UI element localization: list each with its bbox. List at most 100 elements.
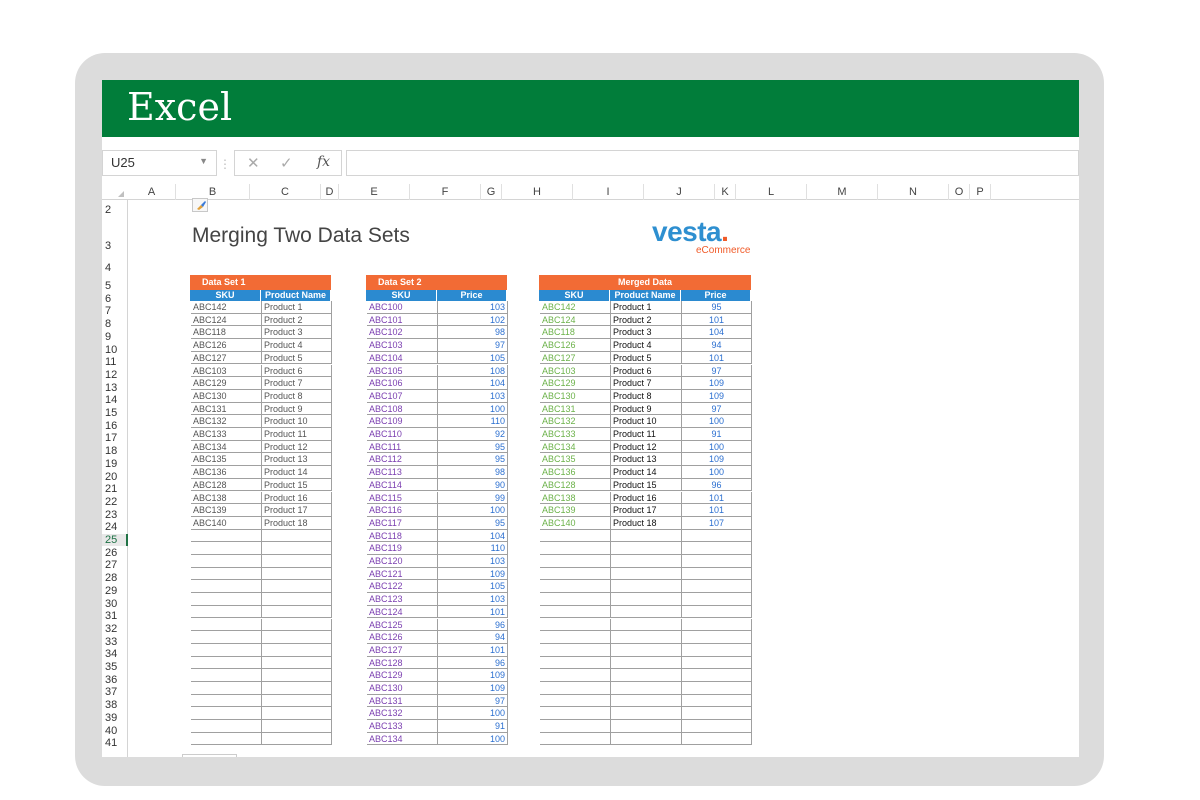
table-cell[interactable] bbox=[262, 707, 332, 721]
table-cell[interactable]: ABC126 bbox=[191, 339, 262, 352]
table-cell[interactable] bbox=[540, 694, 611, 708]
table-cell[interactable] bbox=[611, 707, 682, 721]
table-cell[interactable] bbox=[262, 593, 332, 606]
table-cell[interactable]: ABC127 bbox=[367, 643, 438, 657]
paintbrush-icon[interactable] bbox=[192, 198, 208, 212]
table-cell[interactable] bbox=[682, 732, 752, 746]
table-cell[interactable] bbox=[262, 529, 332, 543]
table-cell[interactable]: Product 12 bbox=[262, 440, 332, 454]
row-header[interactable]: 21 bbox=[102, 483, 128, 495]
table-cell[interactable]: Product 5 bbox=[262, 351, 332, 365]
table-cell[interactable] bbox=[540, 542, 611, 555]
column-header-h[interactable]: H bbox=[502, 184, 573, 200]
row-header[interactable]: 4 bbox=[102, 262, 128, 274]
row-header[interactable]: 27 bbox=[102, 559, 128, 571]
table-cell[interactable]: ABC134 bbox=[191, 440, 262, 454]
table-cell[interactable] bbox=[191, 580, 262, 594]
table-cell[interactable]: Product 6 bbox=[262, 364, 332, 378]
column-header-n[interactable]: N bbox=[878, 184, 949, 200]
table-cell[interactable] bbox=[191, 555, 262, 568]
row-header[interactable]: 22 bbox=[102, 496, 128, 508]
table-cell[interactable] bbox=[611, 580, 682, 594]
table-cell[interactable] bbox=[611, 694, 682, 708]
table-cell[interactable] bbox=[611, 631, 682, 644]
table-cell[interactable] bbox=[191, 593, 262, 606]
row-header[interactable]: 33 bbox=[102, 636, 128, 648]
table-cell[interactable]: Product 7 bbox=[611, 377, 682, 390]
table-cell[interactable]: 104 bbox=[438, 377, 508, 390]
table-cell[interactable]: 97 bbox=[682, 402, 752, 416]
table-cell[interactable] bbox=[682, 720, 752, 733]
row-header[interactable]: 5 bbox=[102, 280, 128, 292]
table-cell[interactable]: 110 bbox=[438, 542, 508, 555]
table-cell[interactable]: ABC133 bbox=[191, 428, 262, 441]
table-cell[interactable]: ABC115 bbox=[367, 491, 438, 505]
row-header[interactable]: 15 bbox=[102, 407, 128, 419]
table-cell[interactable]: Product 17 bbox=[262, 504, 332, 517]
row-header[interactable]: 23 bbox=[102, 509, 128, 521]
column-header-g[interactable]: G bbox=[481, 184, 502, 200]
table-cell[interactable]: ABC103 bbox=[191, 364, 262, 378]
row-header[interactable]: 41 bbox=[102, 737, 128, 749]
table-cell[interactable] bbox=[540, 682, 611, 695]
table-cell[interactable]: Product 17 bbox=[611, 504, 682, 517]
sheet-tab[interactable] bbox=[182, 754, 237, 757]
table-cell[interactable]: Product 9 bbox=[611, 402, 682, 416]
table-cell[interactable]: ABC103 bbox=[367, 339, 438, 352]
table-cell[interactable] bbox=[682, 669, 752, 682]
row-header[interactable]: 20 bbox=[102, 471, 128, 483]
row-header[interactable]: 13 bbox=[102, 382, 128, 394]
row-header[interactable]: 34 bbox=[102, 648, 128, 660]
table-cell[interactable]: ABC118 bbox=[540, 326, 611, 340]
table-cell[interactable] bbox=[191, 542, 262, 555]
row-header[interactable]: 19 bbox=[102, 458, 128, 470]
row-header[interactable]: 18 bbox=[102, 445, 128, 457]
table-cell[interactable]: ABC125 bbox=[367, 618, 438, 632]
table-cell[interactable]: Product 13 bbox=[611, 453, 682, 467]
table-cell[interactable] bbox=[191, 669, 262, 682]
table-cell[interactable]: 101 bbox=[438, 605, 508, 619]
table-cell[interactable]: ABC134 bbox=[367, 732, 438, 746]
table-cell[interactable]: 100 bbox=[682, 415, 752, 428]
table-cell[interactable]: Product 10 bbox=[611, 415, 682, 428]
table-cell[interactable] bbox=[262, 555, 332, 568]
column-header-d[interactable]: D bbox=[321, 184, 339, 200]
table-cell[interactable]: ABC142 bbox=[191, 301, 262, 314]
name-box[interactable]: U25 ▼ bbox=[102, 150, 217, 176]
table-cell[interactable]: Product 4 bbox=[611, 339, 682, 352]
row-header[interactable]: 39 bbox=[102, 712, 128, 724]
table-cell[interactable]: 107 bbox=[682, 516, 752, 530]
row-header[interactable]: 2 bbox=[102, 204, 128, 216]
table-cell[interactable]: 96 bbox=[438, 656, 508, 670]
row-header[interactable]: 14 bbox=[102, 394, 128, 406]
table-cell[interactable]: 103 bbox=[438, 301, 508, 314]
table-cell[interactable]: ABC131 bbox=[191, 402, 262, 416]
row-header[interactable]: 35 bbox=[102, 661, 128, 673]
row-header[interactable]: 9 bbox=[102, 331, 128, 343]
table-cell[interactable]: ABC102 bbox=[367, 326, 438, 340]
table-cell[interactable]: ABC111 bbox=[367, 440, 438, 454]
table-cell[interactable] bbox=[611, 732, 682, 746]
table-cell[interactable]: 100 bbox=[682, 466, 752, 479]
table-cell[interactable] bbox=[682, 580, 752, 594]
table-cell[interactable]: ABC135 bbox=[540, 453, 611, 467]
table-cell[interactable]: 97 bbox=[438, 339, 508, 352]
table-cell[interactable]: ABC142 bbox=[540, 301, 611, 314]
table-cell[interactable] bbox=[540, 669, 611, 682]
table-cell[interactable]: Product 14 bbox=[262, 466, 332, 479]
table-cell[interactable] bbox=[262, 732, 332, 746]
table-cell[interactable]: Product 15 bbox=[611, 478, 682, 492]
column-header-l[interactable]: L bbox=[736, 184, 807, 200]
table-cell[interactable] bbox=[540, 593, 611, 606]
table-cell[interactable]: Product 16 bbox=[262, 491, 332, 505]
table-cell[interactable] bbox=[682, 542, 752, 555]
table-cell[interactable] bbox=[611, 669, 682, 682]
table-cell[interactable]: ABC103 bbox=[540, 364, 611, 378]
table-cell[interactable]: 100 bbox=[438, 707, 508, 721]
table-cell[interactable] bbox=[611, 618, 682, 632]
table-cell[interactable] bbox=[540, 567, 611, 581]
table-cell[interactable] bbox=[540, 707, 611, 721]
table-cell[interactable]: ABC112 bbox=[367, 453, 438, 467]
row-header[interactable]: 28 bbox=[102, 572, 128, 584]
table-cell[interactable] bbox=[262, 542, 332, 555]
